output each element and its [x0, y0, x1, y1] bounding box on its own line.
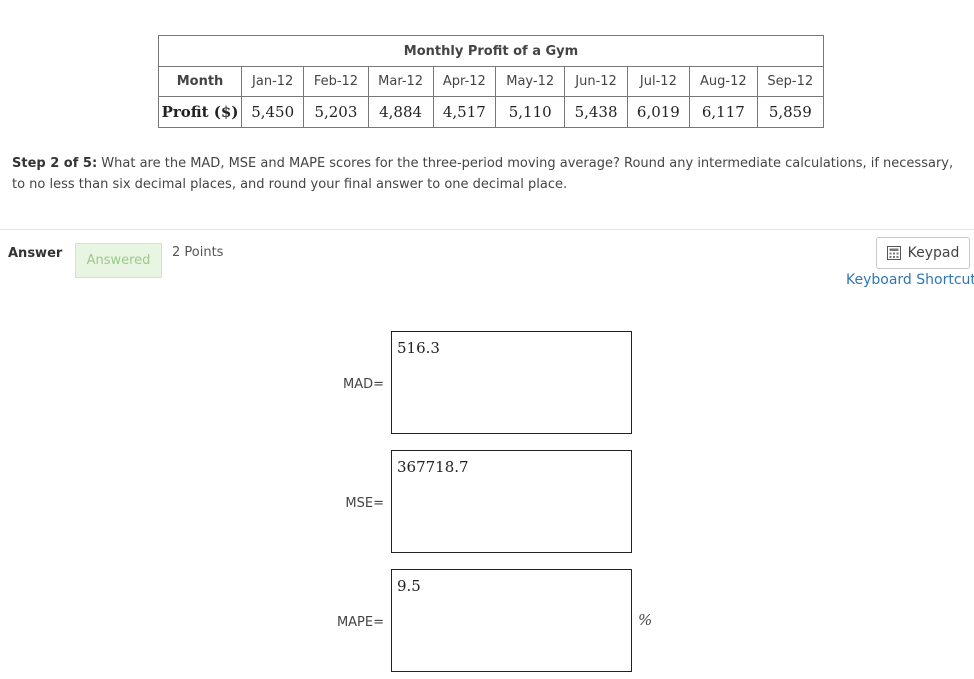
divider — [0, 229, 974, 230]
mad-input[interactable]: 516.3 — [391, 331, 632, 434]
answered-status-badge: Answered — [75, 243, 162, 278]
mse-input[interactable]: 367718.7 — [391, 450, 632, 553]
profit-cell: 5,438 — [564, 96, 628, 128]
profit-cell: 6,117 — [689, 96, 758, 128]
month-cell: Sep-12 — [756, 66, 825, 97]
points-label: 2 Points — [172, 245, 224, 260]
profit-cell: 4,884 — [367, 96, 434, 128]
mape-input[interactable]: 9.5 — [391, 569, 632, 672]
table-title-row: Monthly Profit of a Gym — [158, 35, 824, 67]
step-label: Step 2 of 5: — [12, 156, 98, 171]
month-cell: Apr-12 — [432, 66, 497, 97]
month-cell: Jul-12 — [626, 66, 691, 97]
month-row: Month Jan-12 Feb-12 Mar-12 Apr-12 May-12… — [158, 66, 825, 97]
keypad-button[interactable]: Keypad — [876, 237, 970, 269]
profit-cell: 5,110 — [495, 96, 566, 128]
month-cell: Jan-12 — [240, 66, 305, 97]
profit-cell: 5,203 — [303, 96, 369, 128]
profit-row-header: Profit ($) — [158, 96, 242, 128]
month-cell: Aug-12 — [689, 66, 758, 97]
month-row-header: Month — [158, 66, 242, 97]
table-title: Monthly Profit of a Gym — [158, 35, 824, 67]
profit-cell: 4,517 — [432, 96, 497, 128]
month-cell: Feb-12 — [303, 66, 369, 97]
month-cell: May-12 — [495, 66, 566, 97]
answer-label: Answer — [8, 246, 63, 261]
profit-row: Profit ($) 5,450 5,203 4,884 4,517 5,110… — [158, 96, 825, 128]
question-body: What are the MAD, MSE and MAPE scores fo… — [12, 156, 954, 192]
profit-cell: 6,019 — [626, 96, 691, 128]
profit-cell: 5,859 — [756, 96, 825, 128]
mad-label: MAD= — [342, 377, 384, 392]
profit-cell: 5,450 — [240, 96, 305, 128]
mape-label: MAPE= — [336, 615, 384, 630]
month-cell: Mar-12 — [367, 66, 434, 97]
keypad-label: Keypad — [907, 245, 960, 261]
question-text: Step 2 of 5: What are the MAD, MSE and M… — [12, 153, 967, 195]
calculator-icon — [886, 246, 901, 260]
profit-table: Monthly Profit of a Gym Month Jan-12 Feb… — [158, 35, 825, 128]
keyboard-shortcuts-link[interactable]: Keyboard Shortcuts — [846, 272, 974, 288]
month-cell: Jun-12 — [564, 66, 628, 97]
mse-label: MSE= — [345, 496, 384, 511]
percent-unit: % — [638, 611, 653, 629]
